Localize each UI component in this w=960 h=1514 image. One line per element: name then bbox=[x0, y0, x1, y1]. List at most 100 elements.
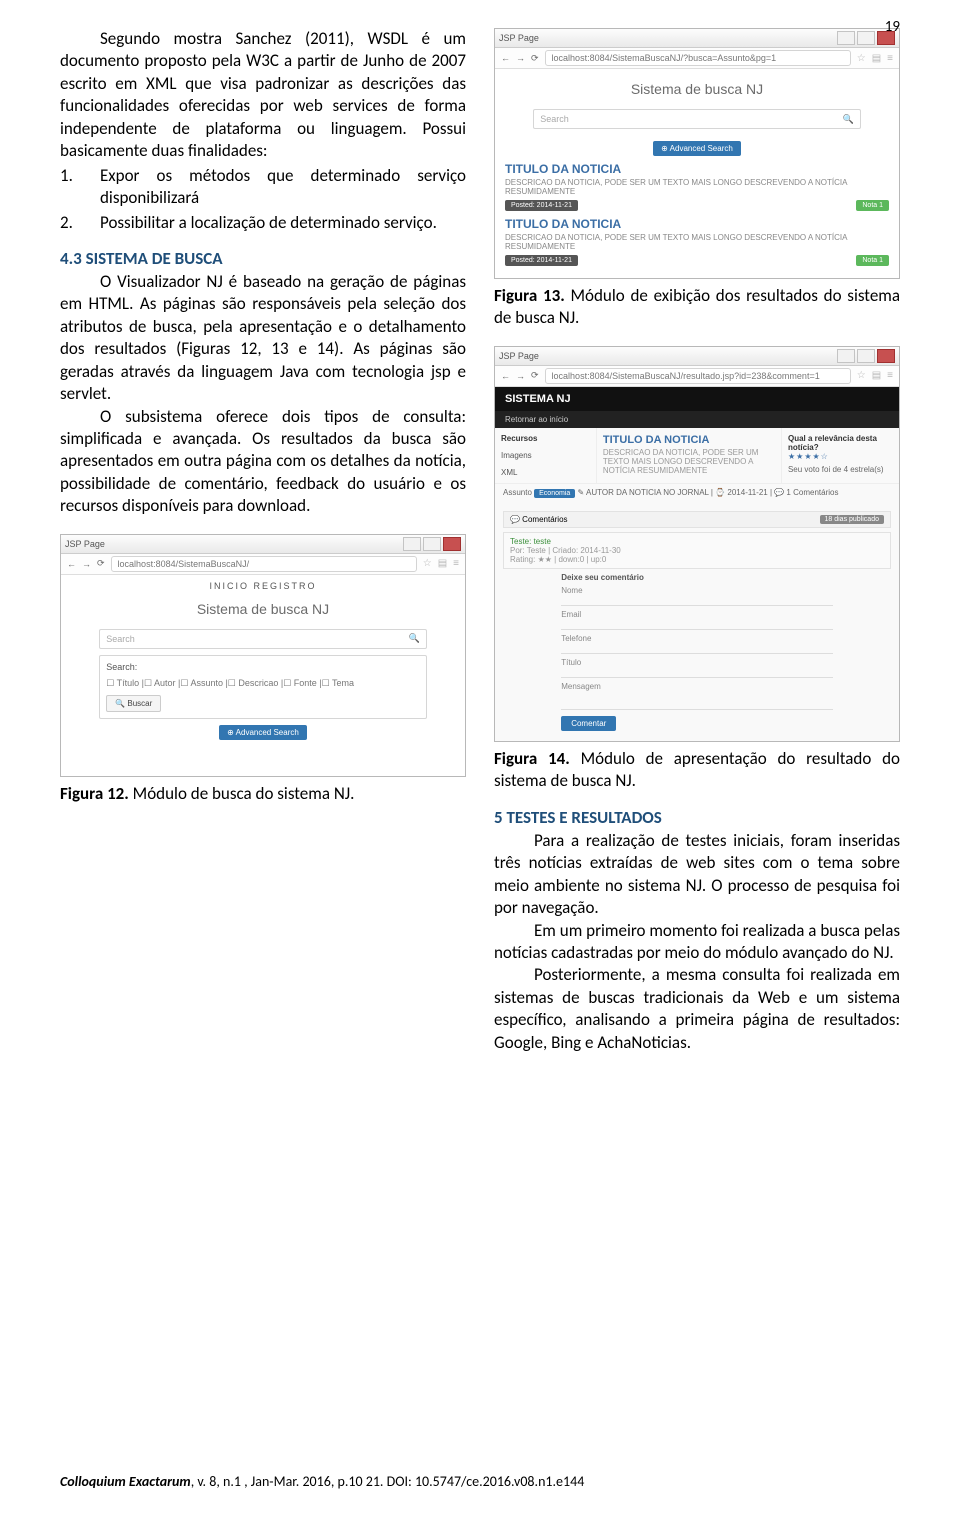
browser-tab: JSP Page bbox=[65, 539, 105, 549]
vote-text: Seu voto foi de 4 estrela(s) bbox=[788, 465, 893, 474]
comment-age-badge: 18 dias publicado bbox=[820, 515, 885, 524]
section-43-p2: O subsistema oferece dois tipos de consu… bbox=[60, 406, 466, 518]
nav-back-icon[interactable]: ← bbox=[501, 371, 510, 381]
address-bar[interactable]: localhost:8084/SistemaBuscaNJ/resultado.… bbox=[545, 368, 851, 384]
maximize-icon[interactable] bbox=[857, 31, 875, 45]
search-input[interactable]: Search 🔍 bbox=[533, 109, 861, 129]
list-number-2: 2. bbox=[60, 212, 100, 234]
maximize-icon[interactable] bbox=[857, 349, 875, 363]
relevance-q: Qual a relevância desta notícia? bbox=[788, 434, 893, 452]
nota-badge: Nota 1 bbox=[856, 200, 889, 211]
comentar-button[interactable]: Comentar bbox=[561, 716, 616, 731]
menu-icon[interactable]: ≡ bbox=[887, 53, 893, 64]
list-text-1: Expor os métodos que determinado serviço… bbox=[100, 165, 466, 208]
nav-fwd-icon[interactable]: → bbox=[516, 371, 525, 381]
nav-reload-icon[interactable]: ⟳ bbox=[531, 53, 539, 64]
nota-badge: Nota 1 bbox=[856, 255, 889, 266]
field-email-input[interactable] bbox=[561, 619, 833, 630]
resource-item[interactable]: Imagens bbox=[501, 451, 590, 460]
comment-rating: Rating: ★★ | down:0 | up:0 bbox=[510, 555, 884, 564]
detail-grid: Recursos Imagens XML TITULO DA NOTICIA D… bbox=[495, 428, 899, 483]
form-title: Deixe seu comentário bbox=[561, 573, 833, 582]
result-title[interactable]: TITULO DA NOTICIA bbox=[505, 162, 889, 176]
address-bar[interactable]: localhost:8084/SistemaBuscaNJ/?busca=Ass… bbox=[545, 50, 851, 66]
comment-user: Teste: teste bbox=[510, 537, 884, 546]
comment-item: Teste: teste Por: Teste | Criado: 2014-1… bbox=[503, 532, 891, 569]
menu-icon[interactable]: ≡ bbox=[453, 558, 459, 569]
result-desc: DESCRICAO DA NOTICIA, PODE SER UM TEXTO … bbox=[505, 178, 889, 196]
star-icon[interactable]: ☆ bbox=[857, 53, 866, 64]
figure-14-caption: Figura 14. Módulo de apresentação do res… bbox=[494, 748, 900, 793]
nav-links[interactable]: INICIO REGISTRO bbox=[67, 581, 459, 591]
two-column-layout: Segundo mostra Sanchez (2011), WSDL é um… bbox=[60, 28, 900, 1054]
window-controls bbox=[403, 537, 461, 551]
docs-icon[interactable]: ▤ bbox=[872, 53, 881, 64]
field-telefone-input[interactable] bbox=[561, 643, 833, 654]
maximize-icon[interactable] bbox=[423, 537, 441, 551]
nav-reload-icon[interactable]: ⟳ bbox=[97, 558, 105, 569]
section-43-p1: O Visualizador NJ é baseado na geração d… bbox=[60, 271, 466, 406]
close-icon[interactable] bbox=[443, 537, 461, 551]
footer-rest: , v. 8, n.1 , Jan-Mar. 2016, p.10 21. DO… bbox=[191, 1473, 585, 1490]
result-card-1[interactable]: TITULO DA NOTICIA DESCRICAO DA NOTICIA, … bbox=[505, 162, 889, 211]
meta-rest: ✎ AUTOR DA NOTICIA NO JORNAL | ⌚ 2014-11… bbox=[578, 488, 839, 497]
browser-tab: JSP Page bbox=[499, 351, 539, 361]
resources-head: Recursos bbox=[501, 434, 590, 443]
list-item-1: 1.Expor os métodos que determinado servi… bbox=[60, 165, 466, 210]
menu-icon[interactable]: ≡ bbox=[887, 370, 893, 381]
field-titulo-input[interactable] bbox=[561, 667, 833, 678]
search-icon[interactable]: 🔍 bbox=[409, 633, 420, 644]
result-desc: DESCRICAO DA NOTICIA, PODE SER UM TEXTO … bbox=[505, 233, 889, 251]
section-5-p2: Em um primeiro momento foi realizada a b… bbox=[494, 920, 900, 965]
minimize-icon[interactable] bbox=[837, 349, 855, 363]
nav-back-icon[interactable]: ← bbox=[501, 53, 510, 63]
advanced-search-button[interactable]: ⊕ Advanced Search bbox=[653, 141, 741, 156]
star-icon[interactable]: ☆ bbox=[857, 370, 866, 381]
assunto-label: Assunto bbox=[503, 488, 532, 497]
close-icon[interactable] bbox=[877, 349, 895, 363]
figure-12-label: Figura 12. bbox=[60, 783, 129, 804]
assunto-tag: Economia bbox=[534, 489, 575, 498]
field-msg-label: Mensagem bbox=[561, 682, 833, 691]
result-card-2[interactable]: TITULO DA NOTICIA DESCRICAO DA NOTICIA, … bbox=[505, 217, 889, 266]
search-placeholder: Search bbox=[106, 634, 135, 644]
field-nome-input[interactable] bbox=[561, 595, 833, 606]
search-icon[interactable]: 🔍 bbox=[843, 114, 854, 125]
rating-stars[interactable]: ★★★★☆ bbox=[788, 452, 893, 461]
section-5-p1: Para a realização de testes iniciais, fo… bbox=[494, 830, 900, 920]
posted-badge: Posted: 2014-11-21 bbox=[505, 200, 578, 211]
brand-header: SISTEMA NJ bbox=[495, 387, 899, 411]
section-5-p3: Posteriormente, a mesma consulta foi rea… bbox=[494, 964, 900, 1054]
address-bar[interactable]: localhost:8084/SistemaBuscaNJ/ bbox=[111, 556, 417, 572]
minimize-icon[interactable] bbox=[837, 31, 855, 45]
nav-reload-icon[interactable]: ⟳ bbox=[531, 370, 539, 381]
result-title[interactable]: TITULO DA NOTICIA bbox=[505, 217, 889, 231]
figure-12-text: Módulo de busca do sistema NJ. bbox=[129, 783, 355, 804]
field-msg-input[interactable] bbox=[561, 691, 833, 710]
buscar-button[interactable]: 🔍 Buscar bbox=[106, 695, 161, 712]
right-column: JSP Page ← → ⟳ localhost:8084/SistemaBus… bbox=[494, 28, 900, 1054]
docs-icon[interactable]: ▤ bbox=[872, 370, 881, 381]
star-icon[interactable]: ☆ bbox=[423, 558, 432, 569]
back-link[interactable]: Retornar ao início bbox=[495, 411, 899, 428]
search-input[interactable]: Search 🔍 bbox=[99, 629, 427, 649]
docs-icon[interactable]: ▤ bbox=[438, 558, 447, 569]
section-43-heading: 4.3 SISTEMA DE BUSCA bbox=[60, 248, 466, 269]
field-nome-label: Nome bbox=[561, 586, 833, 595]
search-placeholder: Search bbox=[540, 114, 569, 124]
minimize-icon[interactable] bbox=[403, 537, 421, 551]
meta-line: Assunto Economia ✎ AUTOR DA NOTICIA NO J… bbox=[495, 483, 899, 501]
nav-back-icon[interactable]: ← bbox=[67, 559, 76, 569]
list-number-1: 1. bbox=[60, 165, 100, 187]
figure-14-label: Figura 14. bbox=[494, 748, 570, 769]
adv-options[interactable]: ☐ Título |☐ Autor |☐ Assunto |☐ Descrica… bbox=[106, 678, 420, 689]
journal-name: Colloquium Exactarum bbox=[60, 1473, 191, 1490]
figure-13-caption: Figura 13. Módulo de exibição dos result… bbox=[494, 285, 900, 330]
field-telefone-label: Telefone bbox=[561, 634, 833, 643]
nav-fwd-icon[interactable]: → bbox=[516, 53, 525, 63]
advanced-search-button[interactable]: ⊕ Advanced Search bbox=[219, 725, 307, 740]
app-title: Sistema de busca NJ bbox=[501, 81, 893, 97]
app-title: Sistema de busca NJ bbox=[67, 601, 459, 617]
resource-item[interactable]: XML bbox=[501, 468, 590, 477]
nav-fwd-icon[interactable]: → bbox=[82, 559, 91, 569]
